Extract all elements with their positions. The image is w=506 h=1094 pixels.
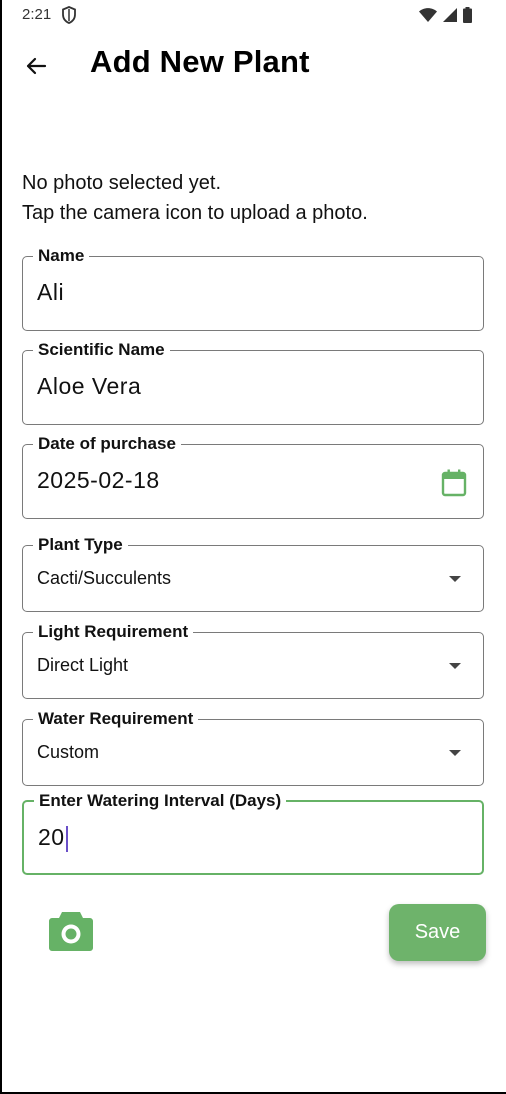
shield-icon [62, 6, 76, 24]
photo-status-line-2: Tap the camera icon to upload a photo. [22, 202, 368, 224]
save-button[interactable]: Save [389, 904, 486, 961]
calendar-icon[interactable] [441, 469, 467, 497]
date-of-purchase-field[interactable]: Date of purchase 2025-02-18 [22, 434, 484, 519]
page-title: Add New Plant [90, 44, 310, 79]
back-button[interactable] [20, 50, 52, 82]
name-field-value: Ali [37, 279, 65, 305]
text-caret [65, 825, 68, 852]
screen-edge [0, 0, 2, 1094]
name-field-label: Name [33, 246, 90, 266]
wifi-icon [419, 8, 437, 22]
light-requirement-select-value: Direct Light [37, 655, 129, 675]
app-bar: Add New Plant [0, 36, 506, 92]
arrow-left-icon [26, 57, 47, 75]
battery-icon [463, 7, 472, 23]
dropdown-arrow-icon [449, 663, 461, 669]
water-requirement-select-value: Custom [37, 742, 100, 762]
scientific-name-field-label: Scientific Name [33, 340, 170, 360]
plant-type-select-label: Plant Type [33, 535, 128, 555]
dropdown-arrow-icon [449, 750, 461, 756]
light-requirement-select-label: Light Requirement [33, 622, 194, 642]
watering-interval-input-label: Enter Watering Interval (Days) [34, 791, 287, 811]
name-field[interactable]: Name Ali [22, 246, 484, 331]
watering-interval-input-value: 20 [38, 824, 65, 850]
watering-interval-input[interactable]: Enter Watering Interval (Days) 20 [22, 791, 484, 875]
dropdown-arrow-icon [449, 576, 461, 582]
plant-type-select-value: Cacti/Succulents [37, 568, 172, 588]
signal-icon [443, 8, 457, 22]
water-requirement-select[interactable]: Water Requirement Custom [22, 709, 484, 786]
photo-status-message: No photo selected yet. Tap the camera ic… [22, 168, 368, 228]
photo-status-line-1: No photo selected yet. [22, 172, 222, 194]
status-time: 2:21 [22, 6, 52, 23]
scientific-name-field-value: Aloe Vera [37, 373, 142, 399]
camera-icon[interactable] [48, 910, 94, 952]
date-of-purchase-field-label: Date of purchase [33, 434, 181, 454]
scientific-name-field[interactable]: Scientific Name Aloe Vera [22, 340, 484, 425]
water-requirement-select-label: Water Requirement [33, 709, 199, 729]
date-of-purchase-field-value: 2025-02-18 [37, 467, 160, 493]
light-requirement-select[interactable]: Light Requirement Direct Light [22, 622, 484, 699]
status-bar: 2:21 [0, 0, 506, 30]
plant-type-select[interactable]: Plant Type Cacti/Succulents [22, 535, 484, 612]
